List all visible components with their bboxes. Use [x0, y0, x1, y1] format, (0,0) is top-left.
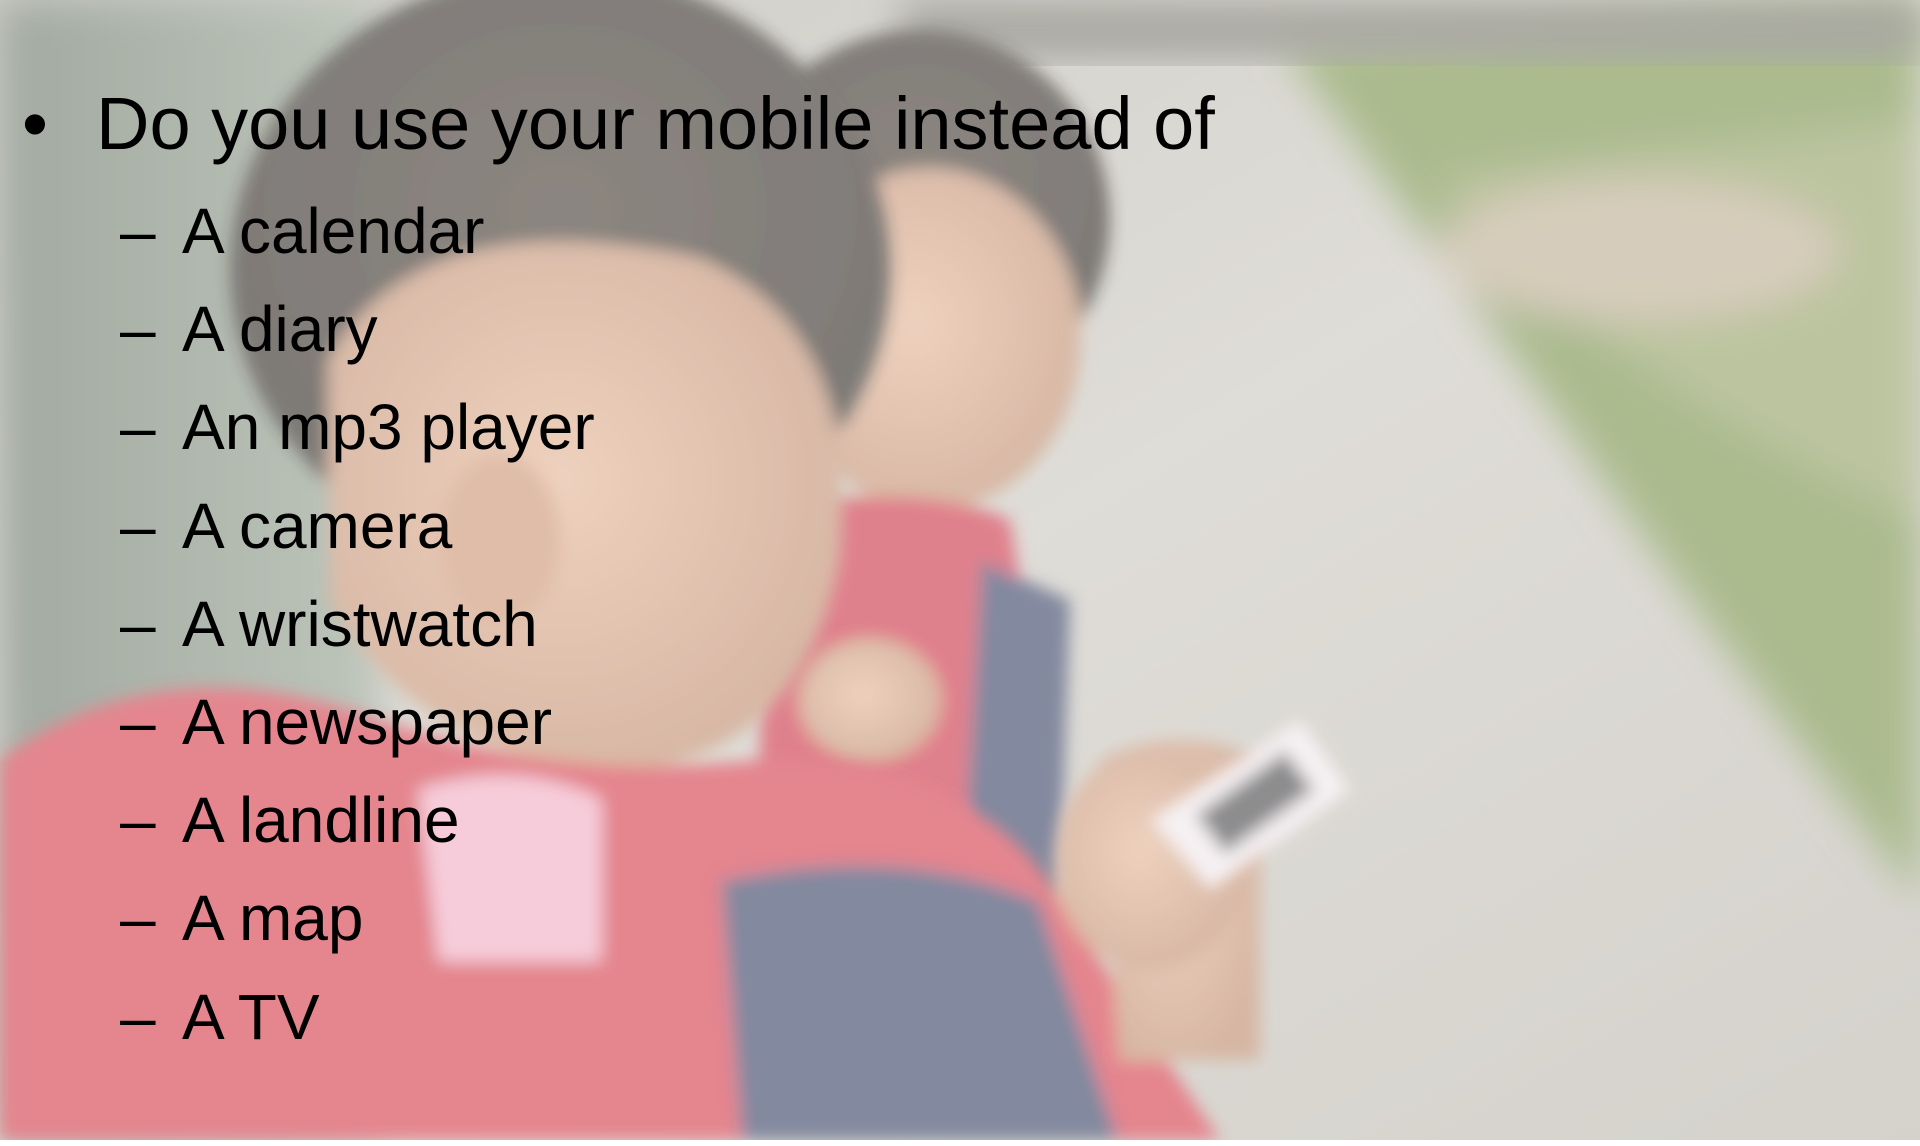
- dash-symbol: –: [120, 882, 156, 955]
- dash-symbol: –: [120, 293, 156, 366]
- list-item: – A camera: [120, 477, 1220, 575]
- list-item-text: A wristwatch: [182, 587, 538, 660]
- list-item: – A calendar: [120, 182, 1220, 280]
- list-item-text: A diary: [182, 293, 378, 366]
- list-item: – An mp3 player: [120, 378, 1220, 476]
- dash-symbol: –: [120, 587, 156, 660]
- list-item: – A wristwatch: [120, 575, 1220, 673]
- bullet-symbol: •: [22, 82, 48, 165]
- slide: • Do you use your mobile instead of – A …: [0, 0, 1920, 1140]
- slide-content: • Do you use your mobile instead of – A …: [0, 0, 1920, 1140]
- list-item-text: A map: [182, 882, 364, 955]
- list-item-text: An mp3 player: [182, 391, 595, 464]
- list-item-text: A landline: [182, 784, 460, 857]
- list-item-text: A camera: [182, 489, 453, 562]
- dash-symbol: –: [120, 195, 156, 268]
- question-text: Do you use your mobile instead of: [96, 82, 1215, 165]
- dash-symbol: –: [120, 489, 156, 562]
- list-item: – A diary: [120, 280, 1220, 378]
- main-bullet: • Do you use your mobile instead of: [22, 78, 1215, 170]
- dash-symbol: –: [120, 686, 156, 759]
- list-item: – A TV: [120, 968, 1220, 1066]
- list-item: – A newspaper: [120, 673, 1220, 771]
- list-item: – A landline: [120, 771, 1220, 869]
- list-item-text: A TV: [182, 980, 320, 1053]
- sub-bullet-list: – A calendar – A diary – An mp3 player –…: [120, 182, 1220, 1066]
- list-item-text: A newspaper: [182, 686, 553, 759]
- list-item-text: A calendar: [182, 195, 485, 268]
- list-item: – A map: [120, 869, 1220, 967]
- dash-symbol: –: [120, 784, 156, 857]
- dash-symbol: –: [120, 980, 156, 1053]
- dash-symbol: –: [120, 391, 156, 464]
